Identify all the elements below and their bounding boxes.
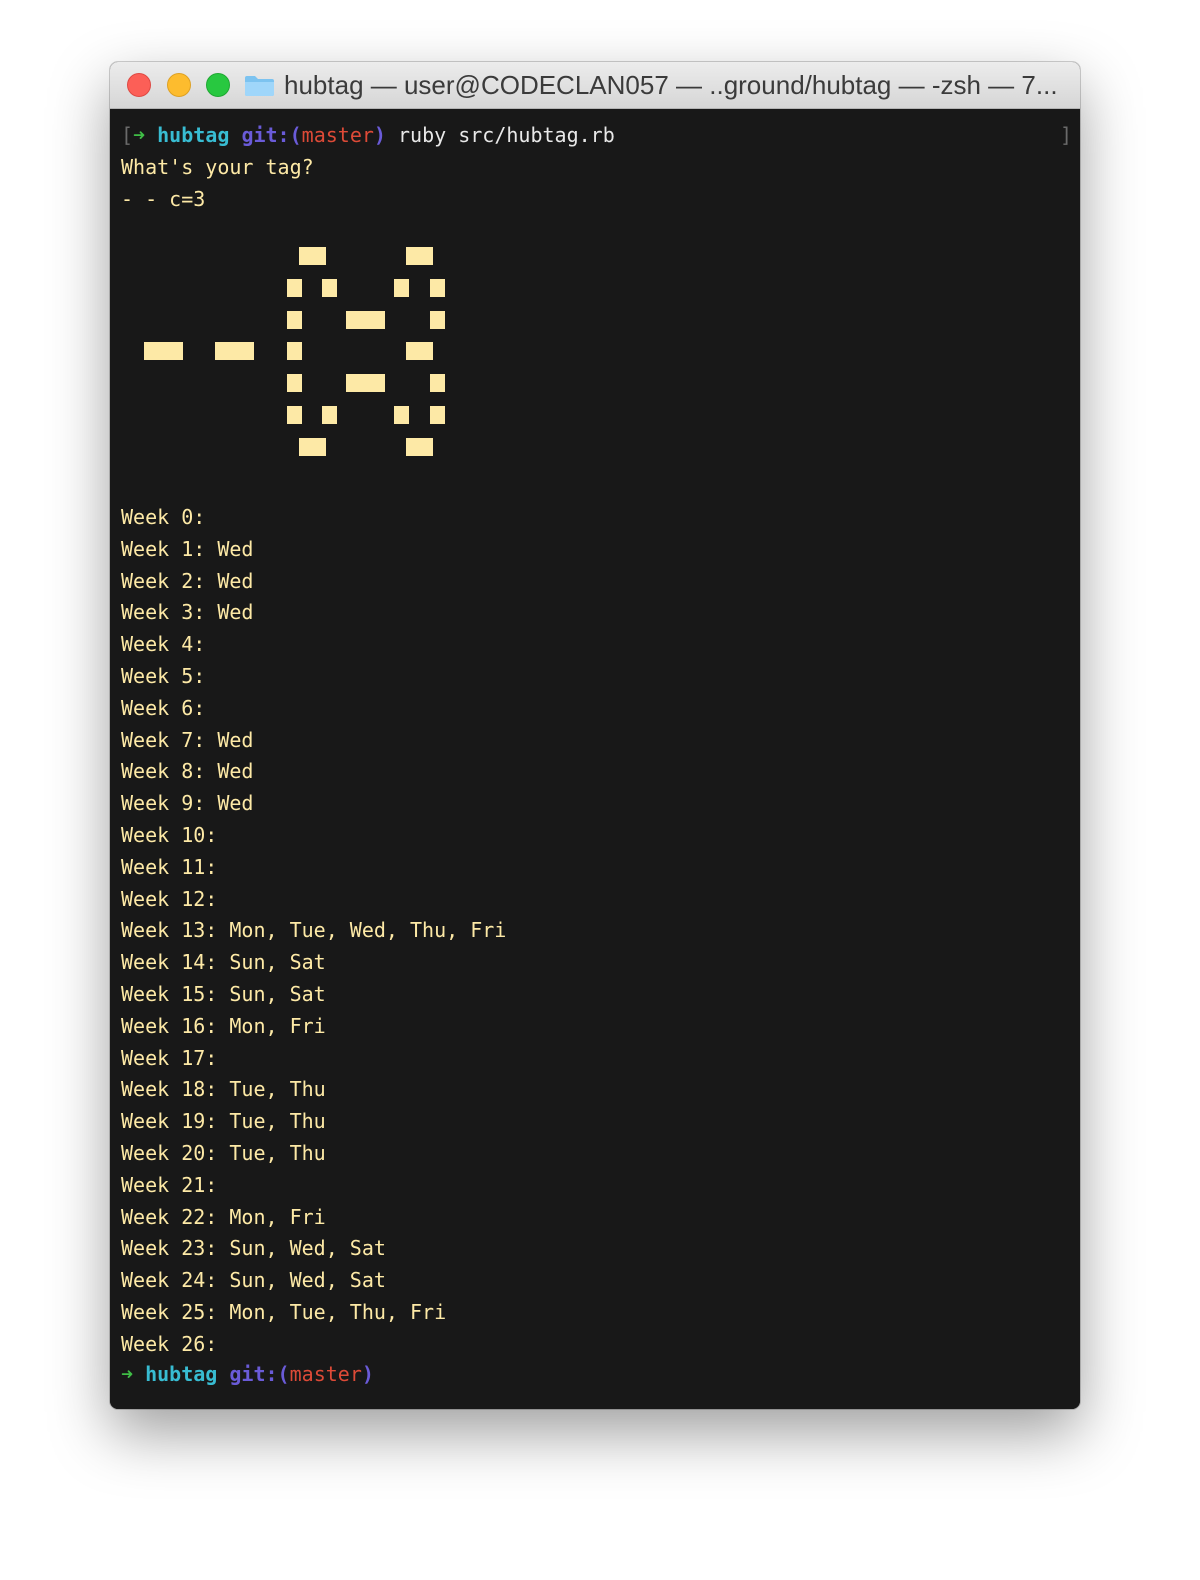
ascii-art-block [394, 406, 409, 424]
week-line: Week 19: Tue, Thu [121, 1109, 326, 1134]
week-line: Week 25: Mon, Tue, Thu, Fri [121, 1300, 447, 1324]
prompt-branch: master [301, 123, 374, 147]
week-line: Week 0: [121, 505, 206, 529]
week-line: Week 1: Wed [121, 536, 254, 561]
week-line: Week 4: [121, 632, 206, 657]
week-line: Week 8: Wed [121, 759, 254, 784]
ascii-art-block [406, 438, 433, 456]
week-line: Week 26: [121, 1331, 218, 1356]
week-line: Week 16: Mon, Fri [121, 1013, 326, 1038]
terminal-content[interactable]: [➜ hubtag git:(master) ruby src/hubtag.r… [110, 109, 1080, 1409]
prompt-arrow-icon: ➜ [133, 123, 146, 147]
week-line: Week 22: Mon, Fri [121, 1204, 326, 1229]
ascii-art-block [430, 279, 445, 297]
ascii-art-block [287, 406, 302, 424]
question-line: What's your tag? [121, 155, 314, 179]
ascii-art-block [430, 406, 445, 424]
week-line: Week 9: Wed [121, 791, 254, 816]
ascii-art-block [430, 374, 445, 392]
title-bar[interactable]: hubtag — user@CODECLAN057 — ..ground/hub… [110, 62, 1080, 109]
prompt-open-bracket: [ [121, 123, 134, 147]
final-prompt-branch: master [289, 1362, 362, 1386]
prompt-directory: hubtag [157, 123, 230, 147]
ascii-art-block [144, 342, 183, 360]
terminal-window: hubtag — user@CODECLAN057 — ..ground/hub… [110, 62, 1080, 1409]
week-line: Week 21: [121, 1172, 218, 1197]
prompt-close-bracket: ] [1060, 123, 1073, 147]
ascii-art-block [394, 279, 409, 297]
ascii-art-block [299, 438, 326, 456]
close-button[interactable] [127, 73, 151, 97]
week-line: Week 17: [121, 1045, 218, 1070]
ascii-art-block [287, 311, 302, 329]
prompt-git-label: git:( [241, 123, 302, 147]
ascii-art-block [299, 247, 326, 265]
ascii-art-block [215, 342, 254, 360]
week-line: Week 10: [121, 823, 218, 847]
final-prompt: ➜ hubtag git:(master) [121, 1358, 374, 1390]
week-line: Week 15: Sun, Sat [121, 982, 326, 1006]
minimize-button[interactable] [167, 73, 191, 97]
week-line: Week 23: Sun, Wed, Sat [121, 1236, 386, 1261]
week-line: Week 5: [121, 664, 206, 688]
final-prompt-git-close: ) [361, 1362, 374, 1386]
window-title: hubtag — user@CODECLAN057 — ..ground/hub… [284, 70, 1058, 100]
ascii-art-block [287, 342, 302, 360]
week-line: Week 18: Tue, Thu [121, 1077, 326, 1102]
ascii-art-block [406, 247, 433, 265]
ascii-art-block [322, 279, 337, 297]
prompt-git-close: ) [373, 123, 386, 147]
ascii-art-block [287, 279, 302, 297]
ascii-art-block [430, 311, 445, 329]
folder-icon [245, 76, 274, 96]
week-line: Week 20: Tue, Thu [121, 1141, 326, 1165]
final-prompt-arrow-icon: ➜ [121, 1362, 134, 1386]
command-prompt: [➜ hubtag git:(master) ruby src/hubtag.r… [121, 119, 615, 151]
ascii-art-block [346, 374, 385, 392]
ascii-art-block [322, 406, 337, 424]
final-prompt-directory: hubtag [145, 1362, 218, 1386]
ascii-art-block [287, 374, 302, 392]
week-line: Week 12: [121, 886, 218, 911]
week-line: Week 13: Mon, Tue, Wed, Thu, Fri [121, 918, 507, 943]
week-line: Week 3: Wed [121, 600, 254, 625]
ascii-art-block [406, 342, 433, 360]
week-line: Week 14: Sun, Sat [121, 950, 326, 975]
prompt-command: ruby src/hubtag.rb [398, 123, 615, 147]
answer-line: - - c=3 [121, 187, 206, 211]
week-line: Week 11: [121, 854, 218, 879]
week-line: Week 2: Wed [121, 568, 254, 593]
zoom-button[interactable] [206, 73, 230, 97]
week-line: Week 24: Sun, Wed, Sat [121, 1268, 386, 1293]
ascii-art-block [346, 311, 385, 329]
final-prompt-git-label: git:( [229, 1362, 290, 1386]
week-line: Week 7: Wed [121, 727, 254, 752]
week-line: Week 6: [121, 695, 206, 720]
